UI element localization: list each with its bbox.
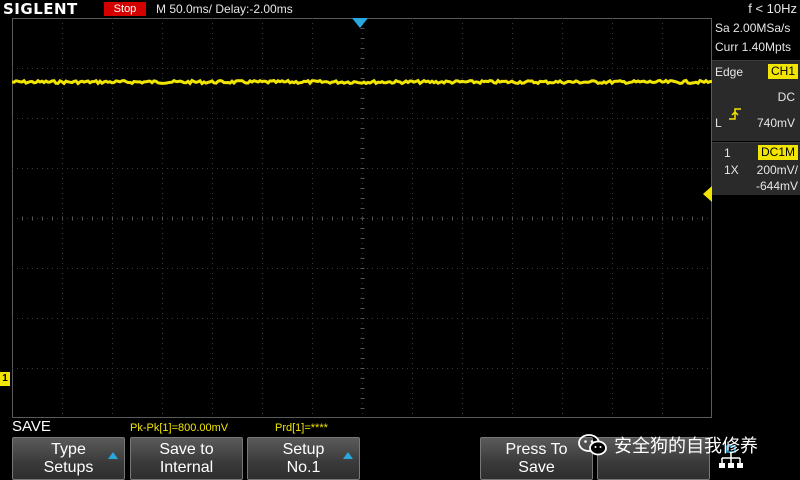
softkey-type-setups[interactable]: Type Setups — [12, 437, 125, 480]
watermark: 安全狗的自我修养 — [578, 432, 758, 458]
trigger-type: Edge — [715, 65, 744, 79]
brand-logo: SIGLENT — [3, 0, 78, 18]
menu-title: SAVE — [12, 418, 51, 435]
frequency-counter: f < 10Hz — [748, 1, 797, 16]
ch1-trace — [12, 78, 712, 86]
softkey-setup-no[interactable]: Setup No.1 — [247, 437, 360, 480]
softkey-label-line1: Save to — [159, 441, 214, 458]
softkey-label-line2: Setups — [43, 459, 94, 476]
probe-attenuation: 1X — [724, 163, 739, 177]
measurement-period: Prd[1]=**** — [275, 422, 328, 434]
trigger-info-box[interactable]: Edge CH1 DC L 740mV — [712, 60, 800, 141]
trigger-level-label: L — [715, 116, 722, 130]
softkey-save-to-internal[interactable]: Save to Internal — [130, 437, 243, 480]
watermark-text: 安全狗的自我修养 — [614, 436, 758, 457]
run-stop-badge[interactable]: Stop — [104, 2, 146, 16]
wechat-icon — [578, 434, 607, 456]
softkey-press-to-save[interactable]: Press To Save — [480, 437, 593, 480]
channel-coupling-badge: DC1M — [757, 145, 798, 160]
waveform-display[interactable] — [12, 18, 712, 418]
softkey-label-line1: Type — [51, 441, 86, 458]
softkey-label-line2: Save — [518, 459, 555, 476]
up-arrow-icon — [343, 452, 353, 459]
measurement-pkpk: Pk-Pk[1]=800.00mV — [130, 422, 229, 434]
channel-offset: -644mV — [755, 179, 798, 193]
volts-per-div: 200mV/ — [756, 163, 798, 177]
ch1-offset-marker[interactable]: 1 — [0, 372, 10, 386]
trigger-level-value: 740mV — [756, 116, 795, 130]
trigger-coupling: DC — [777, 90, 795, 104]
right-info-panel: Sa 2.00MSa/s Curr 1.40Mpts Edge CH1 DC L… — [712, 18, 800, 418]
memory-depth: Curr 1.40Mpts — [715, 40, 792, 54]
ch1-info-box[interactable]: 1 DC1M 1X 200mV/ -644mV — [712, 142, 800, 195]
sample-rate: Sa 2.00MSa/s — [715, 21, 791, 35]
graticule — [12, 18, 712, 418]
softkey-label-line1: Press To — [505, 441, 568, 458]
trigger-source-badge: CH1 — [767, 64, 798, 79]
softkey-label-line2: Internal — [159, 459, 214, 476]
top-status-bar: SIGLENT Stop M 50.0ms/ Delay:-2.00ms f <… — [0, 0, 800, 18]
timebase-readout: M 50.0ms/ Delay:-2.00ms — [156, 2, 293, 16]
softkey-label-line1: Setup — [282, 441, 325, 458]
softkey-label-line2: No.1 — [286, 459, 321, 476]
rising-edge-icon — [729, 108, 741, 120]
up-arrow-icon — [108, 452, 118, 459]
channel-number: 1 — [724, 146, 731, 160]
trigger-position-marker[interactable] — [352, 18, 368, 28]
trigger-level-marker[interactable] — [703, 186, 712, 202]
